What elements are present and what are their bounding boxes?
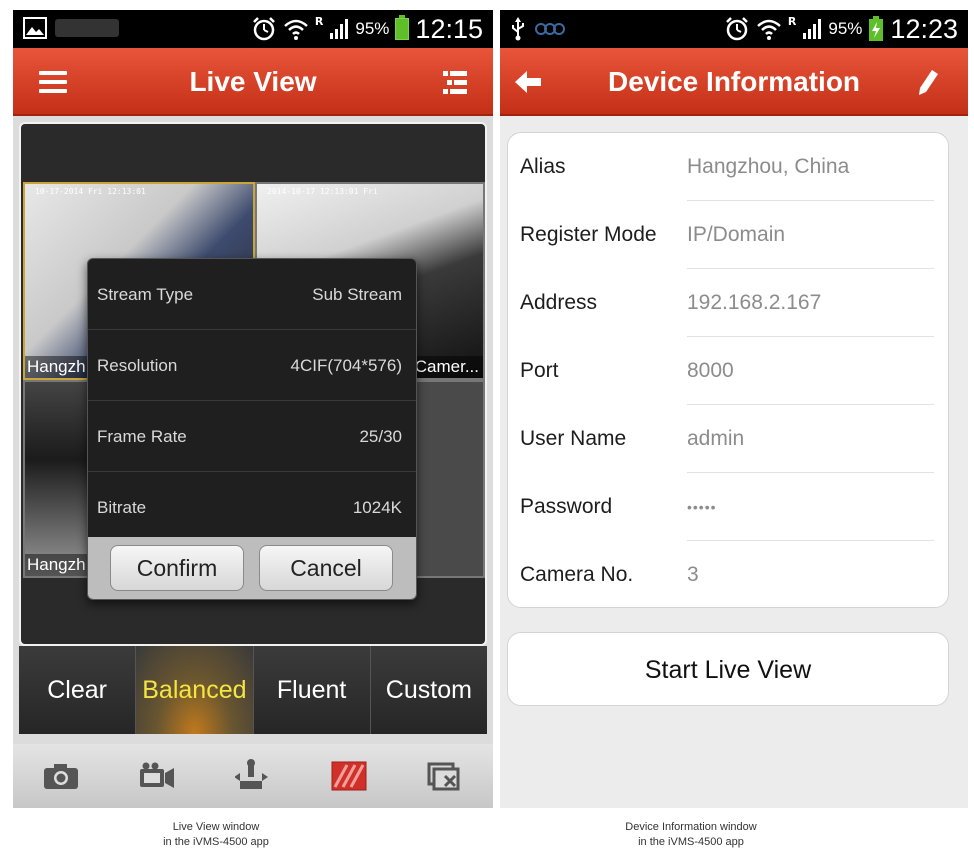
user-name-row: User Name admin <box>508 405 948 473</box>
image-notification-icon <box>23 17 47 39</box>
stream-type-row: Stream Type Sub Stream <box>88 259 416 330</box>
caption-line: in the iVMS-4500 app <box>163 836 269 848</box>
caption-line: in the iVMS-4500 app <box>638 836 744 848</box>
close-window-icon[interactable] <box>397 744 493 808</box>
tab-fluent[interactable]: Fluent <box>253 646 371 734</box>
row-key: Port <box>520 359 559 382</box>
clock: 12:15 <box>415 13 483 44</box>
signal-icon <box>330 19 349 39</box>
device-information-screen: R 95% 12:23 Device Information Alias Han… <box>500 10 968 808</box>
edit-pencil-icon[interactable] <box>910 64 946 100</box>
signal-icon <box>803 19 822 39</box>
row-value: 25/30 <box>359 427 402 446</box>
record-video-icon[interactable] <box>109 744 205 808</box>
stream-info-dialog: Stream Type Sub Stream Resolution 4CIF(7… <box>87 258 417 600</box>
app-bar: Device Information <box>500 48 968 116</box>
address-row: Address 192.168.2.167 <box>508 269 948 337</box>
row-key: Stream Type <box>97 285 194 304</box>
tab-custom[interactable]: Custom <box>370 646 487 734</box>
caption-live-view: Live View window in the iVMS-4500 app <box>106 820 326 850</box>
register-mode-row: Register Mode IP/Domain <box>508 201 948 269</box>
tile-timestamp: 2014-10-17 12:13:01 Fri <box>267 187 378 196</box>
wifi-icon <box>284 19 308 40</box>
row-key: Frame Rate <box>97 427 187 446</box>
register-mode-field[interactable]: IP/Domain <box>687 201 785 269</box>
bitrate-row: Bitrate 1024K <box>88 472 416 543</box>
caption-device-info: Device Information window in the iVMS-45… <box>581 820 801 850</box>
user-name-field[interactable]: admin <box>687 405 744 473</box>
snapshot-icon[interactable] <box>13 744 109 808</box>
resolution-row: Resolution 4CIF(704*576) <box>88 330 416 401</box>
app-bar: Live View <box>13 48 493 116</box>
wifi-icon <box>757 19 781 40</box>
confirm-button[interactable]: Confirm <box>110 545 244 591</box>
quality-tabs: Clear Balanced Fluent Custom <box>19 646 487 734</box>
tab-balanced[interactable]: Balanced <box>136 646 254 734</box>
status-bar: R 95% 12:23 <box>500 10 968 48</box>
image-quality-icon[interactable] <box>301 744 397 808</box>
battery-percent: 95% <box>355 19 390 38</box>
alias-field[interactable]: Hangzhou, China <box>687 133 849 201</box>
row-value: 1024K <box>352 498 402 517</box>
row-key: User Name <box>520 427 627 450</box>
start-live-view-button[interactable]: Start Live View <box>507 632 949 706</box>
menu-icon[interactable] <box>35 64 71 100</box>
port-row: Port 8000 <box>508 337 948 405</box>
blurred-notification <box>55 19 119 37</box>
password-row: Password ••••• <box>508 473 948 541</box>
battery-percent: 95% <box>828 19 863 38</box>
alias-row: Alias Hangzhou, China <box>508 133 948 201</box>
tile-timestamp: 10-17-2014 Fri 12:13:01 <box>35 187 146 196</box>
row-key: Address <box>520 291 598 314</box>
cancel-button[interactable]: Cancel <box>259 545 393 591</box>
alarm-icon <box>253 17 275 41</box>
frame-rate-row: Frame Rate 25/30 <box>88 401 416 472</box>
caption-line: Live View window <box>172 821 260 833</box>
clock: 12:23 <box>890 13 958 44</box>
ptz-control-icon[interactable] <box>205 744 301 808</box>
row-key: Register Mode <box>520 223 657 246</box>
usb-icon <box>512 17 524 41</box>
camera-no-row: Camera No. 3 <box>508 541 948 609</box>
device-list-icon[interactable] <box>437 64 473 100</box>
device-info-card: Alias Hangzhou, China Register Mode IP/D… <box>507 132 949 608</box>
address-field[interactable]: 192.168.2.167 <box>687 269 821 337</box>
battery-charging-icon <box>869 16 884 41</box>
status-bar: R 95% 12:15 <box>13 10 493 48</box>
row-value: Sub Stream <box>312 285 402 304</box>
roaming-indicator: R <box>314 14 324 28</box>
battery-icon <box>395 15 410 40</box>
row-value: 4CIF(704*576) <box>290 356 402 375</box>
camera-no-field[interactable]: 3 <box>687 541 699 609</box>
row-key: Camera No. <box>520 563 634 586</box>
dialog-buttons: Confirm Cancel <box>88 537 416 599</box>
page-title: Device Information <box>607 66 861 97</box>
live-view-screen: R 95% 12:15 Live View 10-17-2014 Fri 12:… <box>13 10 493 808</box>
page-title: Live View <box>189 66 317 97</box>
row-key: Password <box>520 495 613 518</box>
caption-line: Device Information window <box>625 821 757 833</box>
row-key: Bitrate <box>97 498 147 517</box>
tab-clear[interactable]: Clear <box>19 646 137 734</box>
row-key: Alias <box>520 155 566 178</box>
row-key: Resolution <box>97 356 178 375</box>
port-field[interactable]: 8000 <box>687 337 734 405</box>
back-arrow-icon[interactable] <box>510 64 546 100</box>
alarm-icon <box>726 17 748 41</box>
roaming-indicator: R <box>787 14 797 28</box>
eco-icon <box>535 23 565 35</box>
password-field[interactable]: ••••• <box>687 473 717 541</box>
bottom-toolbar <box>13 744 493 808</box>
